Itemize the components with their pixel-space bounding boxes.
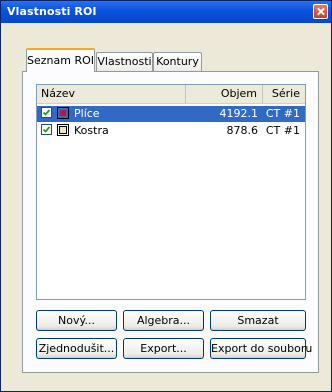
row-checkbox[interactable]: [41, 124, 52, 135]
roi-color-swatch: [57, 124, 69, 136]
roi-color-fill: [59, 126, 67, 134]
roi-name: Plíce: [74, 107, 100, 120]
algebra-button[interactable]: Algebra...: [123, 310, 204, 331]
title-bar[interactable]: Vlastnosti ROI: [1, 1, 331, 23]
new-button[interactable]: Nový...: [36, 310, 117, 331]
roi-list[interactable]: Název Objem (ccm) Série Plíce 4192.1 CT …: [36, 84, 306, 300]
roi-properties-window: Vlastnosti ROI Seznam ROI Vlastnosti Kon…: [0, 0, 332, 392]
export-to-file-button[interactable]: Export do souboru: [210, 338, 312, 359]
tab-contours[interactable]: Kontury: [153, 52, 202, 71]
column-header-volume[interactable]: Objem (ccm): [186, 85, 263, 117]
row-checkbox[interactable]: [41, 107, 52, 118]
close-icon[interactable]: [313, 4, 328, 19]
list-header: Název Objem (ccm) Série: [37, 85, 305, 117]
tab-roi-list[interactable]: Seznam ROI: [26, 48, 95, 72]
simplify-button[interactable]: Zjednodušit...: [36, 338, 117, 359]
table-row[interactable]: Kostra 878.6 CT #1: [37, 123, 305, 139]
roi-series: CT #1: [265, 124, 300, 137]
window-title: Vlastnosti ROI: [7, 5, 97, 18]
roi-color-swatch: [57, 107, 69, 119]
roi-series: CT #1: [265, 107, 300, 120]
check-icon: [42, 126, 51, 133]
column-header-name[interactable]: Název: [37, 85, 186, 103]
check-icon: [42, 109, 51, 116]
roi-volume: 4192.1: [219, 107, 259, 120]
tab-properties[interactable]: Vlastnosti: [96, 52, 153, 71]
delete-button[interactable]: Smazat: [210, 310, 306, 331]
roi-color-fill: [60, 110, 66, 116]
column-header-series[interactable]: Série: [263, 85, 305, 103]
export-button[interactable]: Export...: [123, 338, 204, 359]
roi-name: Kostra: [74, 124, 109, 137]
roi-volume: 878.6: [226, 124, 259, 137]
table-row[interactable]: Plíce 4192.1 CT #1: [37, 106, 305, 122]
